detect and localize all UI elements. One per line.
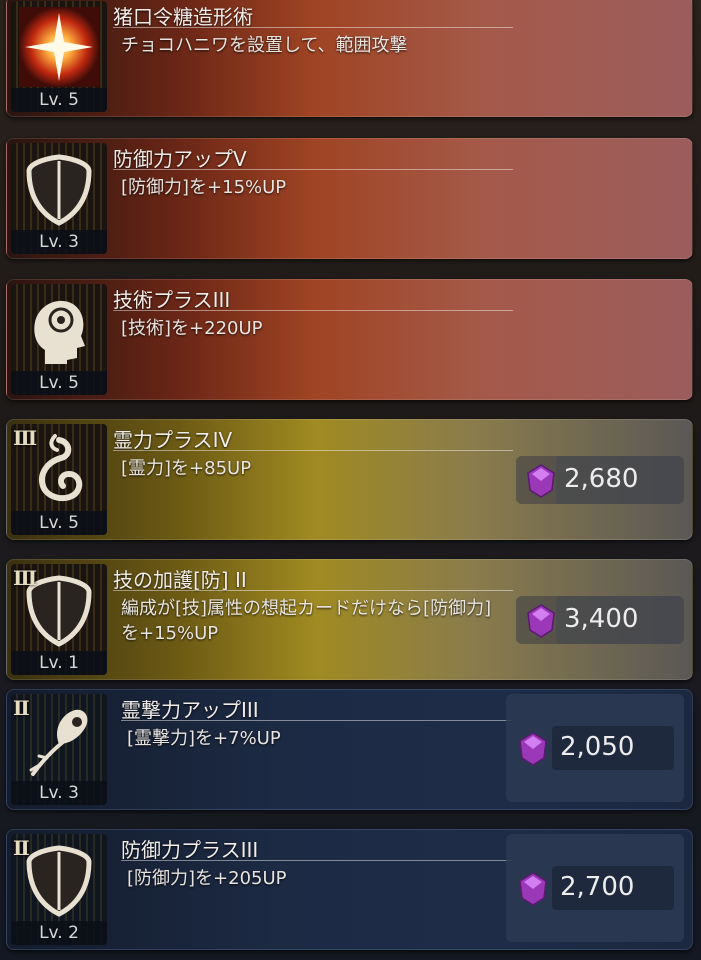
skill-icon-frame: III Lv. 5 bbox=[11, 424, 107, 535]
cost-value: 3,400 bbox=[564, 604, 639, 634]
gem-icon bbox=[527, 604, 555, 638]
burst-icon bbox=[19, 7, 99, 87]
skill-name: 防御力アップV bbox=[113, 147, 247, 171]
rank-badge: III bbox=[13, 566, 37, 590]
spirit-blast-icon bbox=[29, 709, 88, 776]
cost-panel[interactable]: 2,050 bbox=[506, 694, 684, 802]
skill-icon-frame: Lv. 5 bbox=[11, 284, 107, 395]
skill-card[interactable]: Lv. 5 猪口令糖造形術 チョコハニワを設置して、範囲攻撃 bbox=[6, 0, 693, 117]
skill-level: Lv. 3 bbox=[11, 230, 107, 254]
skill-card[interactable]: II Lv. 3 霊撃力アップIII [霊撃力]を+7%UP 2,050 bbox=[6, 689, 693, 810]
skill-level: Lv. 5 bbox=[11, 88, 107, 112]
skill-description: 編成が[技]属性の想起カードだけなら[防御力]を+15%UP bbox=[121, 598, 492, 644]
divider bbox=[121, 860, 511, 861]
divider bbox=[113, 27, 513, 28]
skill-card[interactable]: Lv. 3 防御力アップV [防御力]を+15%UP bbox=[6, 138, 693, 259]
skill-name: 防御力プラスIII bbox=[121, 838, 259, 862]
skill-name: 技術プラスIII bbox=[113, 288, 231, 312]
cost-value: 2,700 bbox=[560, 872, 635, 902]
divider bbox=[113, 169, 513, 170]
skill-description: [技術]を+220UP bbox=[121, 318, 263, 339]
skill-list: Lv. 5 猪口令糖造形術 チョコハニワを設置して、範囲攻撃 Lv. 3 防御力… bbox=[0, 0, 701, 960]
divider bbox=[121, 720, 511, 721]
skill-name: 猪口令糖造形術 bbox=[113, 5, 253, 29]
skill-level: Lv. 5 bbox=[11, 371, 107, 395]
skill-description: [防御力]を+205UP bbox=[127, 868, 287, 889]
skill-description: [霊力]を+85UP bbox=[121, 458, 252, 479]
skill-name: 霊力プラスIV bbox=[113, 428, 233, 452]
skill-level: Lv. 1 bbox=[11, 651, 107, 675]
skill-description: チョコハニワを設置して、範囲攻撃 bbox=[121, 35, 408, 56]
skill-icon-frame: II Lv. 3 bbox=[11, 694, 107, 805]
cost-panel[interactable]: 2,680 bbox=[516, 456, 684, 504]
cost-panel[interactable]: 3,400 bbox=[516, 596, 684, 644]
shield-icon bbox=[26, 154, 92, 226]
cost-value: 2,680 bbox=[564, 464, 639, 494]
divider bbox=[113, 450, 513, 451]
cost-value: 2,050 bbox=[560, 732, 635, 762]
gem-icon bbox=[519, 872, 547, 906]
skill-icon-frame: II Lv. 2 bbox=[11, 834, 107, 945]
skill-card[interactable]: Lv. 5 技術プラスIII [技術]を+220UP bbox=[6, 279, 693, 400]
skill-description: [霊撃力]を+7%UP bbox=[127, 728, 281, 749]
skill-level: Lv. 2 bbox=[11, 921, 107, 945]
skill-icon-frame: III Lv. 1 bbox=[11, 564, 107, 675]
skill-level: Lv. 3 bbox=[11, 781, 107, 805]
skill-card[interactable]: III Lv. 5 霊力プラスIV [霊力]を+85UP 2,680 bbox=[6, 419, 693, 540]
skill-icon-frame: Lv. 5 bbox=[11, 1, 107, 112]
skill-description: [防御力]を+15%UP bbox=[121, 177, 287, 198]
divider bbox=[113, 590, 513, 591]
skill-name: 技の加護[防] II bbox=[113, 568, 247, 592]
cost-panel[interactable]: 2,700 bbox=[506, 834, 684, 942]
divider bbox=[113, 310, 513, 311]
skill-name: 霊撃力アップIII bbox=[121, 698, 259, 722]
skill-card[interactable]: II Lv. 2 防御力プラスIII [防御力]を+205UP 2,700 bbox=[6, 829, 693, 950]
rank-badge: II bbox=[13, 696, 30, 720]
gem-icon bbox=[519, 732, 547, 766]
skill-card[interactable]: III Lv. 1 技の加護[防] II 編成が[技]属性の想起カードだけなら[… bbox=[6, 559, 693, 680]
head-icon bbox=[34, 300, 85, 364]
rank-badge: III bbox=[13, 426, 37, 450]
gem-icon bbox=[527, 464, 555, 498]
skill-icon-frame: Lv. 3 bbox=[11, 143, 107, 254]
skill-level: Lv. 5 bbox=[11, 511, 107, 535]
rank-badge: II bbox=[13, 836, 30, 860]
shield-icon bbox=[26, 845, 92, 917]
